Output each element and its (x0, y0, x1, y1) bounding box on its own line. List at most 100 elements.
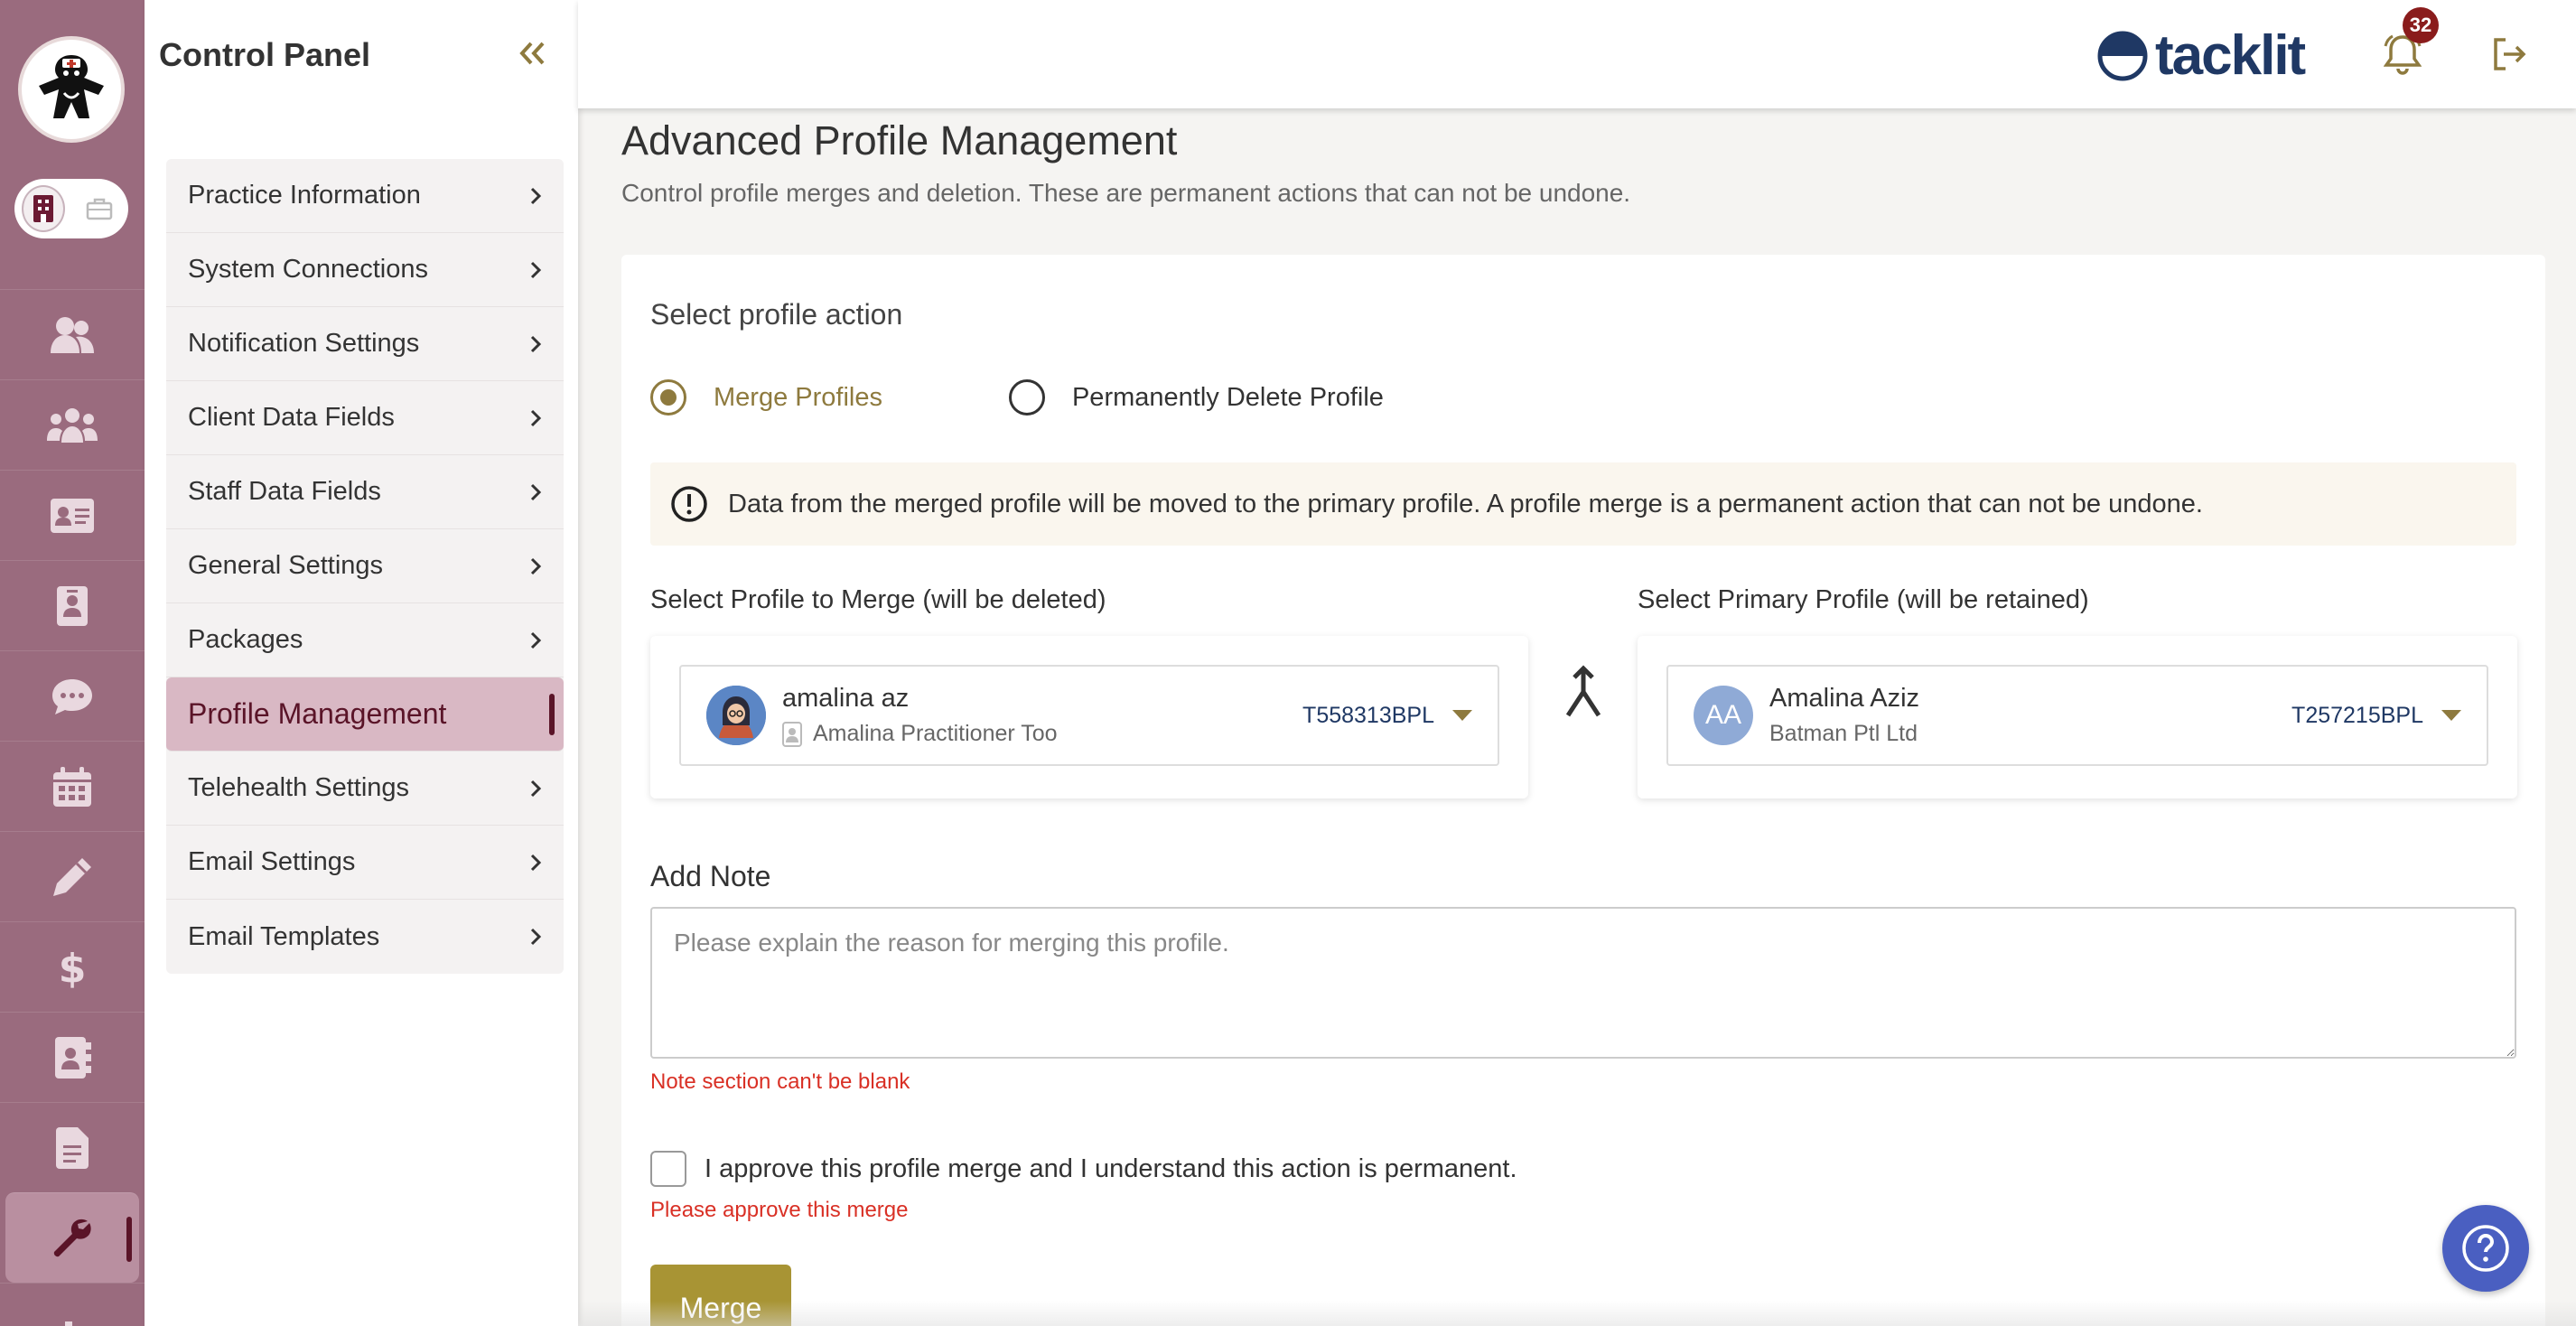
brand-mark-icon (2097, 31, 2148, 80)
sidebar-item-general-settings[interactable]: General Settings (166, 529, 564, 603)
rail-item-control-panel[interactable] (5, 1192, 139, 1283)
profile-info: amalina az Amalina Practitioner Too (782, 684, 1302, 747)
rail-item-documents[interactable] (0, 1102, 145, 1192)
brand-name: tacklit (2155, 24, 2306, 87)
radio-selected-indicator[interactable] (650, 379, 686, 416)
control-panel-sidebar: Control Panel Practice Information Syste… (145, 0, 578, 1326)
profile-name: Amalina Aziz (1769, 684, 1920, 713)
primary-profile-card: AA Amalina Aziz Batman Ptl Ltd T257215BP… (1638, 636, 2517, 798)
merge-profile-label: Select Profile to Merge (will be deleted… (650, 585, 1106, 614)
groups-icon (47, 407, 98, 443)
rail-nav: $ (0, 289, 145, 1326)
logout-button[interactable] (2482, 27, 2536, 81)
building-icon[interactable] (22, 185, 66, 232)
sidebar-item-telehealth-settings[interactable]: Telehealth Settings (166, 752, 564, 826)
practice-logo[interactable] (18, 36, 125, 143)
approval-error-message: Please approve this merge (650, 1198, 909, 1222)
dollar-icon: $ (59, 946, 86, 989)
merge-note-textarea[interactable] (650, 907, 2516, 1059)
sidebar-item-staff-data-fields[interactable]: Staff Data Fields (166, 455, 564, 529)
sidebar-item-notification-settings[interactable]: Notification Settings (166, 307, 564, 381)
avatar-initials: AA (1694, 686, 1753, 745)
page-title: Advanced Profile Management (621, 117, 1178, 163)
sidebar-item-email-settings[interactable]: Email Settings (166, 826, 564, 900)
chevron-right-icon (530, 780, 542, 797)
add-note-label: Add Note (650, 860, 771, 892)
profile-company: Batman Ptl Ltd (1769, 721, 1918, 746)
delete-profile-radio[interactable]: Permanently Delete Profile (1008, 379, 1384, 416)
rail-item-address-book[interactable] (0, 1012, 145, 1102)
sidebar-item-label: Telehealth Settings (188, 773, 410, 802)
sidebar-item-label: Email Templates (188, 921, 380, 951)
calendar-icon (53, 766, 91, 807)
sidebar-item-practice-information[interactable]: Practice Information (166, 159, 564, 233)
profile-name: amalina az (782, 684, 910, 713)
sidebar-item-packages[interactable]: Packages (166, 603, 564, 677)
svg-text:$: $ (59, 946, 86, 989)
sidebar-item-label: Email Settings (188, 847, 356, 876)
sidebar-item-label: Client Data Fields (188, 403, 395, 432)
sidebar-item-label: Profile Management (188, 697, 447, 730)
chevron-right-icon (530, 409, 542, 426)
contact-badge-icon (57, 585, 88, 626)
pen-icon (53, 857, 91, 896)
top-header: tacklit 32 (578, 0, 2576, 108)
sidebar-item-label: Practice Information (188, 181, 421, 210)
help-button[interactable] (2442, 1205, 2529, 1292)
chevron-right-icon (530, 557, 542, 574)
chat-icon (52, 678, 92, 714)
approve-merge-checkbox-row[interactable]: I approve this profile merge and I under… (650, 1151, 1517, 1187)
chart-icon (65, 1321, 72, 1326)
rail-item-contact-badge[interactable] (0, 560, 145, 650)
merge-profiles-radio[interactable]: Merge Profiles (650, 379, 882, 416)
sidebar-item-client-data-fields[interactable]: Client Data Fields (166, 381, 564, 455)
radio-label: Merge Profiles (714, 382, 882, 412)
avatar (706, 686, 766, 745)
merge-profile-select[interactable]: amalina az Amalina Practitioner Too T558… (679, 665, 1499, 766)
sidebar-item-label: Staff Data Fields (188, 477, 381, 506)
scroll-fade (578, 1301, 2576, 1326)
primary-profile-select[interactable]: AA Amalina Aziz Batman Ptl Ltd T257215BP… (1666, 665, 2488, 766)
chevron-right-icon (530, 483, 542, 500)
collapse-sidebar-button[interactable] (509, 31, 555, 76)
radio-indicator[interactable] (1008, 379, 1045, 416)
sidebar-item-label: General Settings (188, 551, 384, 580)
settings-menu: Practice Information System Connections … (166, 159, 564, 974)
chevron-right-icon (530, 261, 542, 278)
alert-text: Data from the merged profile will be mov… (728, 489, 2203, 518)
sidebar-item-profile-management[interactable]: Profile Management (166, 677, 564, 752)
dropdown-caret-icon (1452, 710, 1472, 721)
double-chevron-left-icon (519, 42, 545, 65)
document-icon (56, 1126, 89, 1169)
merge-profile-card: amalina az Amalina Practitioner Too T558… (650, 636, 1528, 798)
practitioner-name: Amalina Practitioner Too (813, 721, 1058, 746)
rail-item-groups[interactable] (0, 379, 145, 470)
profile-practitioner-row: Amalina Practitioner Too (782, 721, 1302, 747)
rail-item-chat[interactable] (0, 650, 145, 741)
approve-merge-checkbox[interactable] (650, 1151, 686, 1187)
rail-item-id-card[interactable] (0, 470, 145, 560)
clients-icon (51, 316, 94, 353)
sidebar-item-system-connections[interactable]: System Connections (166, 233, 564, 307)
chevron-right-icon (530, 631, 542, 649)
icon-rail: $ (0, 0, 145, 1326)
rail-item-reports[interactable] (0, 1283, 145, 1326)
page-subtitle: Control profile merges and deletion. The… (621, 179, 1631, 207)
profile-id: T558313BPL (1302, 702, 1434, 728)
chevron-right-icon (530, 928, 542, 946)
approve-merge-label: I approve this profile merge and I under… (705, 1153, 1517, 1183)
rail-item-calendar[interactable] (0, 741, 145, 831)
rail-item-pen[interactable] (0, 831, 145, 921)
mode-switcher[interactable] (14, 179, 128, 238)
rail-item-clients[interactable] (0, 289, 145, 379)
practitioner-badge-icon (782, 721, 802, 747)
logout-icon (2494, 38, 2526, 70)
profile-action-options: Merge Profiles Permanently Delete Profil… (650, 379, 1510, 416)
note-error-message: Note section can't be blank (650, 1069, 910, 1094)
address-book-icon (55, 1036, 91, 1079)
sidebar-item-label: Notification Settings (188, 329, 420, 358)
briefcase-icon[interactable] (78, 185, 121, 232)
rail-item-billing[interactable]: $ (0, 921, 145, 1012)
sidebar-item-email-templates[interactable]: Email Templates (166, 900, 564, 974)
merge-warning-alert: Data from the merged profile will be mov… (650, 462, 2516, 546)
